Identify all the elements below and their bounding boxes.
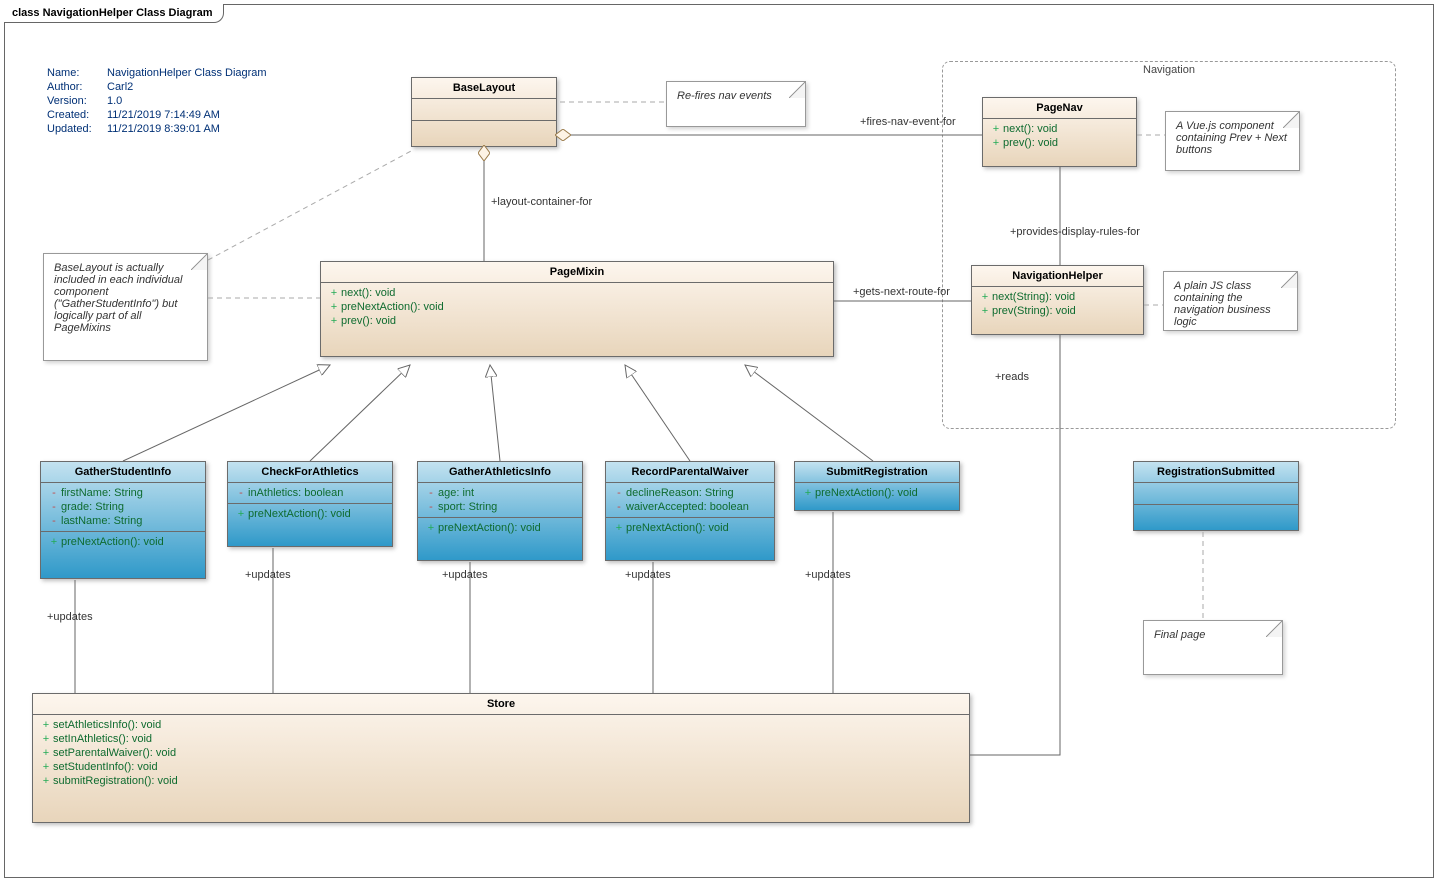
op: submitRegistration(): void: [53, 775, 178, 787]
svg-text:+updates: +updates: [245, 569, 291, 581]
op: preNextAction(): void: [438, 522, 541, 534]
class-recordparentalwaiver[interactable]: RecordParentalWaiver -declineReason: Str…: [605, 461, 775, 561]
class-navigationhelper[interactable]: NavigationHelper +next(String): void +pr…: [971, 265, 1144, 335]
class-rs-title: RegistrationSubmitted: [1134, 462, 1298, 483]
frame-title-tab: class NavigationHelper Class Diagram: [4, 4, 224, 23]
frame-title: NavigationHelper Class Diagram: [43, 7, 213, 19]
meta-label-created: Created:: [47, 109, 107, 121]
op: setParentalWaiver(): void: [53, 747, 176, 759]
class-rpw-title: RecordParentalWaiver: [606, 462, 774, 483]
op: next(): void: [341, 287, 395, 299]
svg-text:+updates: +updates: [625, 569, 671, 581]
meta-label-name: Name:: [47, 67, 107, 79]
class-baselayout[interactable]: BaseLayout: [411, 77, 557, 147]
class-pagemixin-title: PageMixin: [321, 262, 833, 283]
attr: grade: String: [61, 501, 124, 513]
attr: lastName: String: [61, 515, 142, 527]
svg-text:+updates: +updates: [442, 569, 488, 581]
class-pagenav[interactable]: PageNav +next(): void +prev(): void: [982, 97, 1137, 167]
class-checkforathletics[interactable]: CheckForAthletics -inAthletics: boolean …: [227, 461, 393, 547]
class-gsi-title: GatherStudentInfo: [41, 462, 205, 483]
op: setStudentInfo(): void: [53, 761, 158, 773]
attr: inAthletics: boolean: [248, 487, 343, 499]
metadata-block: Name:NavigationHelper Class Diagram Auth…: [47, 67, 267, 137]
svg-text:+updates: +updates: [805, 569, 851, 581]
attr: waiverAccepted: boolean: [626, 501, 749, 513]
class-store-title: Store: [33, 694, 969, 715]
class-cfa-title: CheckForAthletics: [228, 462, 392, 483]
attr: declineReason: String: [626, 487, 734, 499]
attr: age: int: [438, 487, 474, 499]
meta-val-updated: 11/21/2019 8:39:01 AM: [107, 123, 220, 135]
class-navhelper-title: NavigationHelper: [972, 266, 1143, 287]
class-pagemixin[interactable]: PageMixin +next(): void +preNextAction()…: [320, 261, 834, 357]
op: preNextAction(): void: [341, 301, 444, 313]
class-baselayout-title: BaseLayout: [412, 78, 556, 99]
class-gatherathleticsinfo[interactable]: GatherAthleticsInfo -age: int -sport: St…: [417, 461, 583, 561]
svg-text:+updates: +updates: [47, 611, 93, 623]
meta-label-version: Version:: [47, 95, 107, 107]
op: preNextAction(): void: [815, 487, 918, 499]
svg-text:+gets-next-route-for: +gets-next-route-for: [853, 286, 950, 298]
meta-val-name: NavigationHelper Class Diagram: [107, 67, 267, 79]
note-navhelper: A plain JS class containing the navigati…: [1163, 271, 1298, 331]
meta-val-created: 11/21/2019 7:14:49 AM: [107, 109, 220, 121]
note-finalpage: Final page: [1143, 620, 1283, 675]
class-submitregistration[interactable]: SubmitRegistration +preNextAction(): voi…: [794, 461, 960, 511]
attr: firstName: String: [61, 487, 143, 499]
diagram-frame: class NavigationHelper Class Diagram Nam…: [4, 4, 1434, 878]
op: setAthleticsInfo(): void: [53, 719, 161, 731]
op: preNextAction(): void: [626, 522, 729, 534]
op: next(String): void: [992, 291, 1075, 303]
op: setInAthletics(): void: [53, 733, 152, 745]
op: prev(String): void: [992, 305, 1076, 317]
meta-label-author: Author:: [47, 81, 107, 93]
class-gai-title: GatherAthleticsInfo: [418, 462, 582, 483]
meta-label-updated: Updated:: [47, 123, 107, 135]
svg-text:+layout-container-for: +layout-container-for: [491, 196, 593, 208]
class-registrationsubmitted[interactable]: RegistrationSubmitted: [1133, 461, 1299, 531]
op: next(): void: [1003, 123, 1057, 135]
op: preNextAction(): void: [61, 536, 164, 548]
note-refire: Re-fires nav events: [666, 81, 806, 127]
class-gatherstudentinfo[interactable]: GatherStudentInfo -firstName: String -gr…: [40, 461, 206, 579]
op: prev(): void: [1003, 137, 1058, 149]
op: prev(): void: [341, 315, 396, 327]
class-sr-title: SubmitRegistration: [795, 462, 959, 483]
attr: sport: String: [438, 501, 497, 513]
note-baselayout: BaseLayout is actually included in each …: [43, 253, 208, 361]
class-store[interactable]: Store +setAthleticsInfo(): void +setInAt…: [32, 693, 970, 823]
op: preNextAction(): void: [248, 508, 351, 520]
note-pagenav: A Vue.js component containing Prev + Nex…: [1165, 111, 1300, 171]
class-pagenav-title: PageNav: [983, 98, 1136, 119]
frame-kind: class: [12, 7, 40, 19]
meta-val-version: 1.0: [107, 95, 122, 107]
navigation-package-title: Navigation: [943, 64, 1395, 76]
meta-val-author: Carl2: [107, 81, 133, 93]
